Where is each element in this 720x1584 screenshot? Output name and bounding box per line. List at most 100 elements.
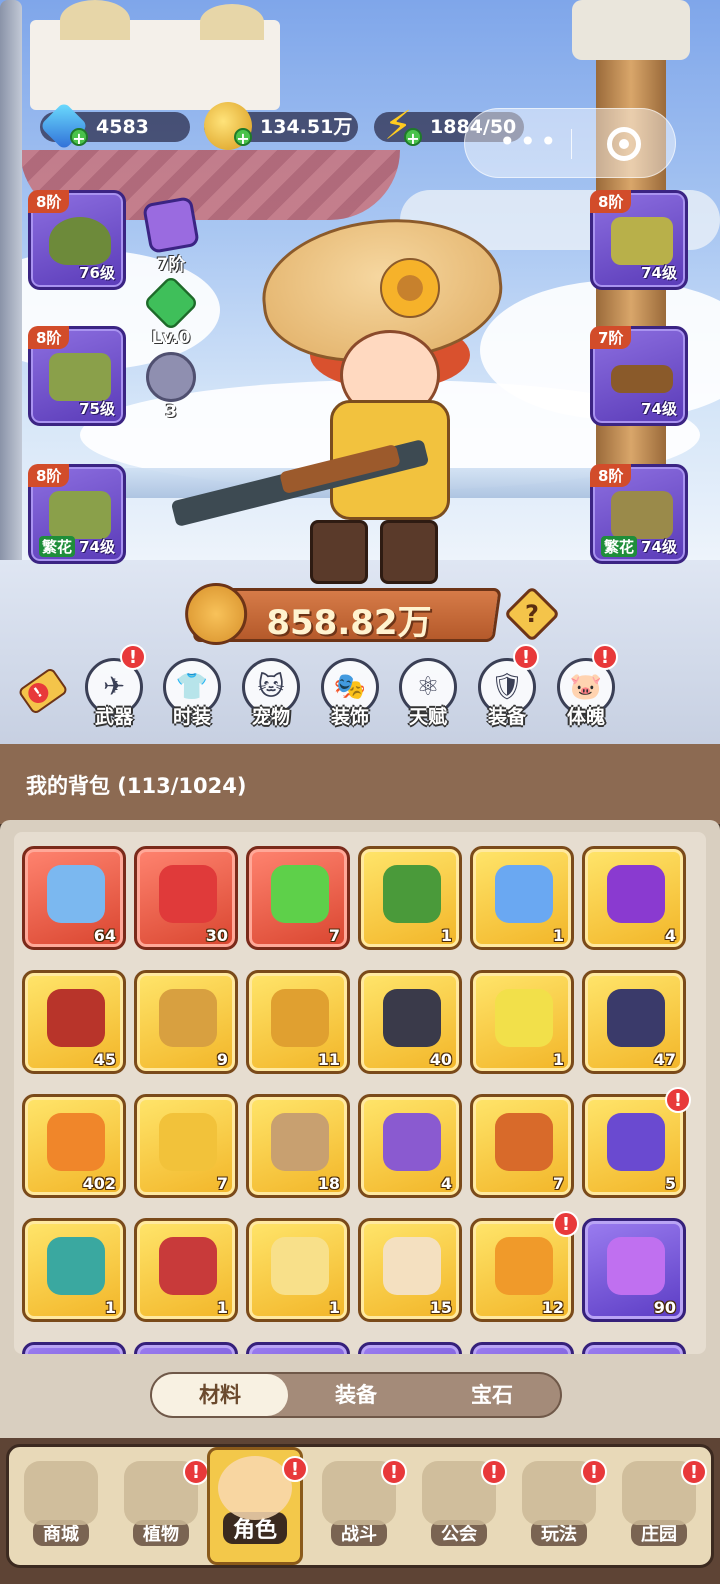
tier-badge: 8阶	[590, 190, 632, 213]
backpack-item[interactable]: 1	[358, 846, 462, 950]
nav-manor[interactable]: 庄园 !	[611, 1455, 707, 1563]
tab-materials[interactable]: 材料	[152, 1374, 288, 1416]
equip-slot-hat[interactable]: 8阶 76级	[28, 190, 126, 290]
item-count: 1	[104, 1298, 116, 1317]
nav-gameplay[interactable]: 玩法 !	[511, 1455, 607, 1563]
alert-badge: !	[120, 644, 146, 670]
backpack-item[interactable]: 45	[22, 970, 126, 1074]
backpack-item[interactable]	[22, 1342, 126, 1354]
backpack-item[interactable]: 11	[246, 970, 350, 1074]
backpack-item[interactable]: 90	[582, 1218, 686, 1322]
alert-badge: !	[513, 644, 539, 670]
add-energy-icon[interactable]: +	[404, 128, 422, 147]
backpack-item[interactable]: 18	[246, 1094, 350, 1198]
hat-icon	[49, 217, 111, 265]
backpack-item[interactable]: 7	[470, 1094, 574, 1198]
item-icon	[495, 1237, 553, 1295]
tab-equipment[interactable]: 装备	[288, 1374, 424, 1416]
backpack-item[interactable]: 9	[134, 970, 238, 1074]
item-count: 7	[328, 926, 340, 945]
alert-badge: !	[553, 1211, 579, 1237]
shop-icon	[24, 1461, 98, 1525]
alert-badge: !	[681, 1459, 707, 1485]
backpack-item[interactable]: 7	[134, 1094, 238, 1198]
item-icon	[383, 865, 441, 923]
item-count: 4	[440, 1174, 452, 1193]
backpack-item[interactable]	[582, 1342, 686, 1354]
menu-decoration[interactable]: 🎭 装饰	[320, 658, 380, 729]
item-count: 30	[205, 926, 228, 945]
nav-character[interactable]: 角色 !	[207, 1447, 308, 1565]
alert-badge: !	[665, 1087, 691, 1113]
item-count: 1	[328, 1298, 340, 1317]
level-label: 76级	[79, 264, 115, 282]
item-icon	[607, 1237, 665, 1295]
backpack-item[interactable]	[358, 1342, 462, 1354]
equip-slot-pants[interactable]: 8阶 繁花 74级	[28, 464, 126, 564]
item-icon	[159, 1113, 217, 1171]
nav-shop[interactable]: 商城	[13, 1455, 109, 1563]
menu-physique[interactable]: 🐷 体魄 !	[556, 644, 618, 729]
gem-counter[interactable]: + 4583	[39, 101, 190, 151]
backpack-item[interactable]: 4	[582, 846, 686, 950]
character-model[interactable]	[170, 200, 550, 600]
level-label: 74级	[641, 400, 677, 418]
bottom-nav-bar: 商城 植物 ! 角色 ! 战斗 ! 公会 ! 玩法 ! 庄园 !	[6, 1444, 714, 1568]
coin-counter[interactable]: + 134.51万	[204, 102, 358, 150]
backpack-item[interactable]: 30	[134, 846, 238, 950]
backpack-panel: 64 30 7 1 1 4 45 9 11 40 1 47 402 7 18 4 7 5! 1 1 1 15 12! 90 材…	[0, 820, 720, 1442]
backpack-item[interactable]	[134, 1342, 238, 1354]
menu-label: 装饰	[330, 706, 369, 728]
menu-talent[interactable]: ⚛ 天赋	[398, 658, 458, 729]
backpack-item[interactable]: 1	[22, 1218, 126, 1322]
backpack-grid[interactable]: 64 30 7 1 1 4 45 9 11 40 1 47 402 7 18 4 7 5! 1 1 1 15 12! 90	[14, 832, 706, 1354]
backpack-item[interactable]: 1	[470, 846, 574, 950]
item-count: 90	[653, 1298, 676, 1317]
equip-slot-boots[interactable]: 8阶 繁花 74级	[590, 464, 688, 564]
equip-slot-belt[interactable]: 7阶 74级	[590, 326, 688, 426]
backpack-item[interactable]: 15	[358, 1218, 462, 1322]
item-icon	[495, 865, 553, 923]
backpack-item[interactable]: 1	[134, 1218, 238, 1322]
equip-slot-gloves[interactable]: 8阶 75级	[28, 326, 126, 426]
target-icon[interactable]	[607, 127, 641, 161]
nav-plants[interactable]: 植物 !	[113, 1455, 209, 1563]
backpack-item[interactable]: 5!	[582, 1087, 691, 1198]
backpack-item[interactable]: 64	[22, 846, 126, 950]
item-count: 402	[82, 1174, 116, 1193]
backpack-item[interactable]: 7	[246, 846, 350, 950]
menu-pet[interactable]: 🐱 宠物	[241, 658, 301, 729]
sunflower-icon	[380, 258, 440, 318]
backpack-item[interactable]: 4	[358, 1094, 462, 1198]
nav-battle[interactable]: 战斗 !	[311, 1455, 407, 1563]
backpack-item[interactable]: 1	[246, 1218, 350, 1322]
add-gems-icon[interactable]: +	[70, 128, 88, 147]
menu-weapon[interactable]: ✈ 武器 !	[84, 644, 146, 729]
backpack-item[interactable]: 40	[358, 970, 462, 1074]
item-count: 1	[552, 926, 564, 945]
backpack-item[interactable]: 47	[582, 970, 686, 1074]
backpack-item[interactable]: 12!	[470, 1211, 579, 1322]
character-avatar-icon	[218, 1456, 292, 1520]
backpack-item[interactable]: 402	[22, 1094, 126, 1198]
backpack-item[interactable]: 1	[470, 970, 574, 1074]
backpack-tabs: 材料 装备 宝石	[150, 1372, 562, 1418]
add-coins-icon[interactable]: +	[234, 128, 252, 147]
alert-badge: !	[481, 1459, 507, 1485]
tab-gems[interactable]: 宝石	[424, 1374, 560, 1416]
item-count: 64	[93, 926, 116, 945]
menu-fashion[interactable]: 👕 时装	[162, 658, 222, 729]
more-menu-button[interactable]: •••	[499, 128, 561, 156]
backpack-item[interactable]	[246, 1342, 350, 1354]
backpack-item[interactable]	[470, 1342, 574, 1354]
alert-badge: !	[381, 1459, 407, 1485]
equip-slot-outfit[interactable]: 8阶 74级	[590, 190, 688, 290]
item-count: 18	[317, 1174, 340, 1193]
nav-guild[interactable]: 公会 !	[411, 1455, 507, 1563]
menu-equipment[interactable]: 🛡 装备 !	[477, 644, 539, 729]
alert-badge: !	[183, 1459, 209, 1485]
building-roof	[60, 0, 130, 40]
menu-label: 天赋	[408, 706, 447, 728]
item-icon	[607, 1113, 665, 1171]
item-count: 4	[664, 926, 676, 945]
